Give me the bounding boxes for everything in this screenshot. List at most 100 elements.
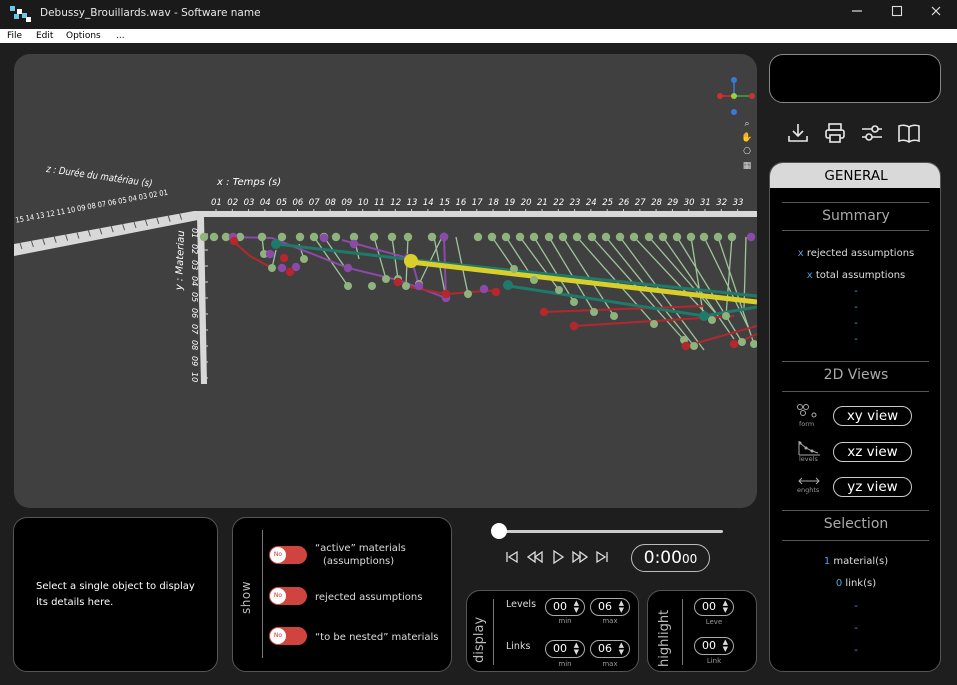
toggle-knob: No — [270, 588, 286, 604]
toggle-active-materials[interactable]: No — [269, 546, 307, 564]
details-panel: Select a single object to display its de… — [13, 517, 218, 672]
3d-scene[interactable]: 01 02 03 04 05 06 07 08 09 10 11 12 13 14 15 16 17 18 19 20… — [14, 54, 757, 508]
material-node — [295, 232, 305, 242]
info-box — [769, 54, 941, 103]
link-stem — [491, 236, 515, 270]
close-icon — [931, 6, 941, 16]
toggle-label-rejected-assumptions: rejected assumptions — [315, 592, 423, 603]
levels-min-stepper[interactable]: 00 ▲ ▼ — [545, 598, 585, 616]
book-icon[interactable] — [897, 121, 921, 145]
selection-placeholder: - — [854, 623, 858, 634]
material-node-red — [279, 253, 289, 263]
highlight-level-label: Leve — [705, 618, 723, 626]
pan-hand-icon[interactable]: ✋ — [741, 132, 753, 144]
download-icon[interactable] — [786, 121, 810, 145]
x-tick-label: 29 — [667, 198, 678, 208]
y-tick-label: 07 — [190, 324, 199, 335]
material-node — [501, 232, 511, 242]
x-tick-label: 11 — [374, 198, 385, 208]
x-tick-label: 19 — [504, 198, 515, 208]
highlight-level-stepper[interactable]: 00 ▲ ▼ — [694, 598, 734, 616]
material-node — [369, 232, 379, 242]
material-node — [708, 316, 716, 324]
links-max-stepper[interactable]: 06 ▲ ▼ — [590, 640, 630, 658]
selected-materials-count: 1 material(s) — [823, 556, 889, 567]
skip-to-end-icon[interactable] — [594, 549, 610, 565]
x-tick-label: 33 — [733, 198, 744, 208]
camera-icon[interactable]: ⎔ — [741, 146, 753, 158]
highlight-link-label: Link — [706, 657, 722, 665]
x-tick-label: 31 — [700, 198, 711, 208]
settings-sliders-icon[interactable] — [860, 121, 884, 145]
z-tick-label: 02 — [148, 189, 158, 200]
z-tick-label: 04 — [128, 193, 139, 204]
material-node — [738, 338, 746, 346]
timeline-slider[interactable] — [497, 530, 723, 533]
zoom-icon[interactable]: ⌕ — [741, 118, 753, 130]
xz-view-button[interactable]: xz view — [833, 442, 912, 462]
y-tick-label: 03 — [190, 260, 199, 270]
x-tick-label: 20 — [521, 198, 532, 208]
timeline-handle[interactable] — [491, 523, 507, 539]
orientation-gizmo[interactable] — [714, 74, 757, 118]
levels-max-stepper[interactable]: 06 ▲ ▼ — [590, 598, 630, 616]
menu-options[interactable]: Options — [66, 29, 101, 43]
y-tick-label: 10 — [190, 372, 199, 382]
fast-forward-icon[interactable] — [572, 549, 588, 565]
material-node-red — [681, 341, 691, 351]
skip-to-start-icon[interactable] — [504, 549, 520, 565]
selection-title: Selection — [823, 516, 889, 532]
menu-edit[interactable]: Edit — [36, 29, 53, 43]
material-node — [530, 276, 538, 284]
time-display: 0:0000 — [631, 544, 710, 572]
material-node — [650, 320, 658, 328]
divider — [782, 510, 929, 511]
toggle-to-be-nested[interactable]: No — [269, 627, 307, 645]
xy-view-button[interactable]: xy view — [833, 406, 912, 426]
divider — [782, 540, 929, 541]
x-tick-label: 13 — [407, 198, 418, 208]
yz-view-button[interactable]: yz view — [833, 477, 912, 497]
material-node — [382, 275, 390, 283]
highlight-link-stepper[interactable]: 00 ▲ ▼ — [694, 637, 734, 655]
print-icon[interactable] — [823, 121, 847, 145]
z-tick-label: 06 — [107, 197, 118, 208]
y-tick-label: 06 — [190, 308, 199, 318]
show-label: show — [239, 580, 253, 614]
selection-placeholder: - — [854, 645, 858, 656]
toggle-label-to-be-nested: “to be nested” materials — [315, 632, 439, 643]
3d-viewport[interactable]: 01 02 03 04 05 06 07 08 09 10 11 12 13 14 15 16 17 18 19 20… — [14, 54, 757, 508]
material-node — [558, 232, 568, 242]
menu-more[interactable]: ... — [116, 29, 125, 43]
material-node-purple — [319, 233, 329, 243]
x-tick-label: 02 — [227, 198, 238, 208]
material-node — [658, 232, 668, 242]
material-node — [487, 232, 497, 242]
z-tick-label: 03 — [138, 191, 148, 202]
x-tick-label: 16 — [456, 198, 467, 208]
maximize-button[interactable] — [883, 4, 911, 24]
rewind-icon[interactable] — [527, 549, 543, 565]
minimize-button[interactable] — [843, 4, 871, 24]
material-node — [402, 282, 410, 290]
material-node — [464, 290, 472, 298]
material-node — [510, 265, 518, 273]
link-stem — [648, 236, 719, 317]
x-tick-label: 18 — [488, 198, 499, 208]
material-node — [699, 232, 709, 242]
material-node — [722, 312, 730, 320]
grid-icon[interactable]: ▦ — [741, 160, 753, 172]
menu-file[interactable]: File — [7, 29, 22, 43]
play-icon[interactable] — [550, 549, 566, 565]
link-red — [685, 325, 757, 347]
material-node-purple — [343, 263, 353, 273]
toggle-rejected-assumptions[interactable]: No — [269, 587, 307, 605]
x-tick-label: 17 — [472, 198, 483, 208]
material-node-red — [491, 287, 501, 297]
x-tick-label: 05 — [276, 198, 287, 208]
display-panel: display Levels 00 ▲ ▼ 06 ▲ ▼ min max Links 0… — [466, 590, 639, 672]
material-node — [344, 282, 352, 290]
links-min-stepper[interactable]: 00 ▲ ▼ — [545, 640, 585, 658]
close-button[interactable] — [922, 4, 950, 24]
material-node-red — [285, 267, 295, 277]
